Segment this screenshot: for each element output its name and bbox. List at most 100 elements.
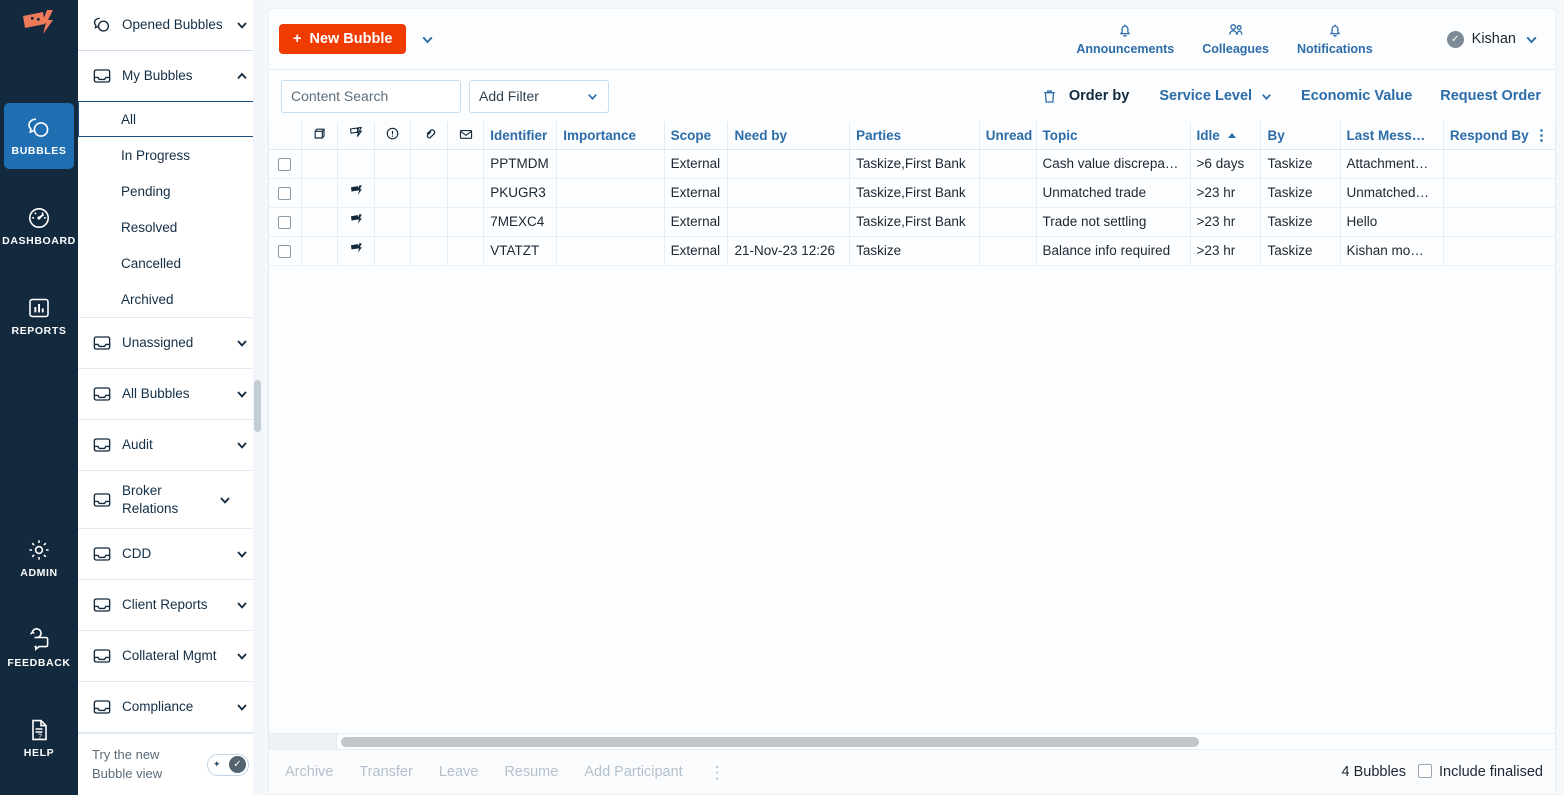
sidebar-item-client-reports[interactable]: Client Reports bbox=[78, 580, 259, 630]
new-bubble-view-toggle[interactable]: ✦ ✓ bbox=[207, 753, 249, 776]
cell-flag[interactable] bbox=[337, 178, 375, 208]
rail-item-bubbles[interactable]: BUBBLES bbox=[4, 103, 74, 169]
row-checkbox-cell[interactable] bbox=[269, 207, 302, 237]
sidebar-item-audit[interactable]: Audit bbox=[78, 420, 259, 470]
row-checkbox[interactable] bbox=[278, 186, 292, 200]
rail-item-dashboard[interactable]: DASHBOARD bbox=[2, 193, 75, 259]
row-checkbox[interactable] bbox=[278, 157, 292, 171]
search-input[interactable] bbox=[281, 79, 461, 113]
cell-unread bbox=[979, 236, 1037, 266]
sidebar-item-in-progress[interactable]: In Progress bbox=[78, 137, 259, 173]
table-horizontal-scrollbar[interactable] bbox=[268, 733, 1556, 749]
sidebar-group-audit: Audit bbox=[78, 420, 259, 471]
sidebar-item-compliance[interactable]: Compliance bbox=[78, 682, 259, 732]
add-participant-button[interactable]: Add Participant bbox=[584, 764, 708, 780]
select-all-header[interactable] bbox=[269, 122, 302, 150]
delete-filter-button[interactable] bbox=[1030, 88, 1069, 105]
sidebar-item-opened-bubbles[interactable]: Opened Bubbles bbox=[78, 0, 259, 50]
column-importance[interactable]: Importance bbox=[556, 122, 665, 150]
row-checkbox[interactable] bbox=[278, 244, 292, 258]
column-by[interactable]: By bbox=[1260, 122, 1341, 150]
table-row[interactable]: VTATZT External 21-Nov-23 12:26 Taskize … bbox=[269, 236, 1555, 266]
column-header-label: Respond By bbox=[1449, 127, 1529, 143]
column-need-by[interactable]: Need by bbox=[727, 122, 851, 150]
sidebar-item-all-bubbles[interactable]: All Bubbles bbox=[78, 369, 259, 419]
cell-mail bbox=[447, 178, 485, 208]
rail-item-help[interactable]: ? HELP bbox=[4, 705, 74, 771]
include-finalised-checkbox[interactable] bbox=[1418, 764, 1432, 778]
colleagues-button[interactable]: Colleagues bbox=[1188, 22, 1283, 56]
cell-flag[interactable] bbox=[337, 207, 375, 237]
app-window: BUBBLES DASHBOARD REPORTS ADMIN FEEDBACK… bbox=[0, 0, 1564, 795]
sidebar-item-all[interactable]: All bbox=[78, 101, 259, 137]
sidebar-group-compliance: Compliance bbox=[78, 682, 259, 733]
table-row[interactable]: PKUGR3 External Taskize,First Bank Unmat… bbox=[269, 178, 1555, 208]
row-checkbox-cell[interactable] bbox=[269, 236, 302, 266]
order-option-economic-value[interactable]: Economic Value bbox=[1287, 88, 1426, 104]
dashboard-gauge-icon bbox=[29, 208, 49, 228]
sidebar-item-cancelled[interactable]: Cancelled bbox=[78, 245, 259, 281]
more-vertical-icon[interactable]: ⋮ bbox=[1534, 128, 1549, 143]
column-scope[interactable]: Scope bbox=[664, 122, 729, 150]
more-vertical-icon[interactable]: ⋮ bbox=[709, 764, 750, 781]
announcements-button[interactable]: Announcements bbox=[1062, 22, 1188, 56]
column-mail[interactable] bbox=[447, 122, 485, 150]
table-row[interactable]: 7MEXC4 External Taskize,First Bank Trade… bbox=[269, 207, 1555, 237]
column-header-label: Unread bbox=[985, 127, 1033, 143]
leave-button[interactable]: Leave bbox=[439, 764, 505, 780]
column-parties[interactable]: Parties bbox=[849, 122, 980, 150]
app-logo[interactable] bbox=[0, 0, 78, 43]
order-option-service-level[interactable]: Service Level bbox=[1145, 88, 1287, 104]
column-unread[interactable]: Unread bbox=[979, 122, 1037, 150]
column-last-message[interactable]: Last Mess… bbox=[1340, 122, 1444, 150]
rail-item-reports[interactable]: REPORTS bbox=[4, 283, 74, 349]
cell-topic: Cash value discrepancy bbox=[1036, 149, 1191, 179]
order-option-label: Request Order bbox=[1440, 88, 1541, 104]
cell-mail bbox=[447, 207, 485, 237]
transfer-button[interactable]: Transfer bbox=[359, 764, 438, 780]
sidebar-item-my-bubbles[interactable]: My Bubbles bbox=[78, 51, 259, 101]
sidebar-item-pending[interactable]: Pending bbox=[78, 173, 259, 209]
horizontal-scrollbar-thumb[interactable] bbox=[341, 737, 1199, 747]
rail-item-feedback[interactable]: FEEDBACK bbox=[4, 615, 74, 681]
row-checkbox[interactable] bbox=[278, 215, 292, 229]
chevron-down-icon bbox=[235, 547, 249, 561]
user-menu[interactable]: ✓ Kishan bbox=[1446, 30, 1539, 48]
sidebar-item-collateral-mgmt[interactable]: Collateral Mgmt bbox=[78, 631, 259, 681]
column-identifier[interactable]: Identifier bbox=[483, 122, 558, 150]
column-respond-by[interactable]: Respond By ⋮ bbox=[1443, 122, 1555, 150]
resume-button[interactable]: Resume bbox=[504, 764, 584, 780]
include-finalised-control[interactable]: Include finalised bbox=[1418, 764, 1543, 780]
inbox-icon bbox=[92, 544, 112, 564]
sidebar-item-resolved[interactable]: Resolved bbox=[78, 209, 259, 245]
sidebar-item-archived[interactable]: Archived bbox=[78, 281, 259, 317]
cell-unread bbox=[979, 178, 1037, 208]
column-attachment[interactable] bbox=[410, 122, 448, 150]
sidebar-item-label: Broker Relations bbox=[122, 483, 179, 516]
sidebar-outer-scrollbar-thumb[interactable] bbox=[254, 380, 261, 432]
rail-item-admin[interactable]: ADMIN bbox=[4, 525, 74, 591]
sidebar-item-unassigned[interactable]: Unassigned bbox=[78, 318, 259, 368]
sidebar-item-broker-relations[interactable]: Broker Relations bbox=[78, 471, 259, 528]
sidebar-item-cdd[interactable]: CDD bbox=[78, 529, 259, 579]
table-row[interactable]: PPTMDM External Taskize,First Bank Cash … bbox=[269, 149, 1555, 179]
cell-importance bbox=[556, 207, 665, 237]
column-flag[interactable] bbox=[337, 122, 375, 150]
notifications-button[interactable]: Notifications bbox=[1283, 22, 1387, 56]
sidebar-group-unassigned: Unassigned bbox=[78, 318, 259, 369]
column-topic[interactable]: Topic bbox=[1036, 122, 1191, 150]
column-alert[interactable] bbox=[374, 122, 412, 150]
new-bubble-button[interactable]: + New Bubble bbox=[279, 24, 407, 54]
sidebar-child-label: Archived bbox=[121, 291, 174, 307]
column-idle[interactable]: Idle bbox=[1190, 122, 1262, 150]
row-checkbox-cell[interactable] bbox=[269, 178, 302, 208]
new-bubble-dropdown-caret[interactable] bbox=[420, 32, 435, 47]
add-filter-dropdown[interactable]: Add Filter bbox=[469, 79, 609, 113]
row-checkbox-cell[interactable] bbox=[269, 149, 302, 179]
column-archive[interactable] bbox=[301, 122, 339, 150]
archive-button[interactable]: Archive bbox=[285, 764, 359, 780]
sidebar-child-label: In Progress bbox=[121, 147, 191, 163]
cell-flag[interactable] bbox=[337, 236, 375, 266]
cell-idle: >23 hr bbox=[1190, 236, 1262, 266]
order-option-request-order[interactable]: Request Order bbox=[1426, 88, 1547, 104]
